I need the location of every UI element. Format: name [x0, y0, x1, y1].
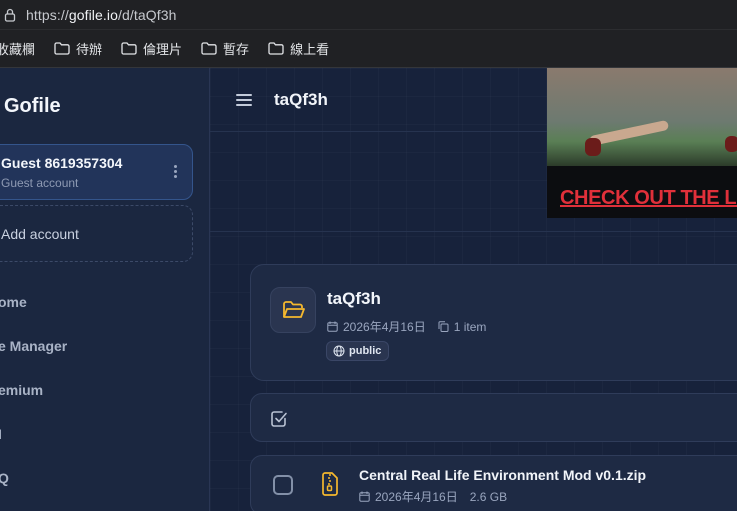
page-title: taQf3h — [274, 90, 328, 109]
url-host: gofile.io — [68, 6, 118, 23]
account-card[interactable]: Guest 8619357304 Guest account — [0, 144, 193, 200]
file-checkbox[interactable] — [273, 475, 293, 495]
select-all-bar — [250, 393, 737, 442]
bookmarks-bar: 收藏欄 待辦 倫理片 暫存 線上看 — [0, 30, 737, 68]
ad-banner[interactable]: CHECK OUT THE LAT — [547, 68, 737, 218]
divider — [210, 231, 737, 232]
lock-icon[interactable] — [4, 8, 16, 22]
add-account-button[interactable]: Add account — [0, 205, 193, 262]
nav-item-file-manager[interactable]: e Manager — [0, 338, 67, 354]
bookmark-label: 收藏欄 — [0, 42, 36, 57]
add-account-label: Add account — [1, 226, 79, 242]
folder-info-card: taQf3h 2026年4月16日 1 item public — [250, 264, 737, 381]
calendar-icon — [359, 491, 370, 502]
gofile-app: Gofile Guest 8619357304 Guest account Ad… — [0, 68, 737, 511]
file-archive-icon — [322, 472, 338, 496]
url-text[interactable]: https://gofile.io/d/taQf3h — [26, 7, 176, 23]
nav-item-faq[interactable]: Q — [0, 470, 9, 486]
brand-logo-text[interactable]: Gofile — [4, 95, 61, 118]
file-date: 2026年4月16日 — [375, 490, 458, 504]
visibility-label: public — [349, 345, 382, 357]
calendar-icon — [327, 321, 338, 332]
account-type: Guest account — [1, 176, 79, 190]
bookmark-folder-ethics[interactable]: 倫理片 — [121, 39, 182, 58]
select-all-icon[interactable] — [270, 410, 288, 428]
bookmark-folder-todo[interactable]: 待辦 — [54, 39, 102, 58]
folder-open-icon — [270, 287, 316, 333]
folder-icon — [268, 42, 284, 55]
bookmark-label: 待辦 — [76, 42, 103, 57]
folder-date: 2026年4月16日 — [343, 320, 426, 334]
file-name[interactable]: Central Real Life Environment Mod v0.1.z… — [359, 467, 646, 483]
nav-item-premium[interactable]: emium — [0, 382, 43, 398]
copy-icon — [438, 321, 449, 332]
file-row[interactable]: Central Real Life Environment Mod v0.1.z… — [250, 455, 737, 511]
bookmark-label: 倫理片 — [143, 42, 183, 57]
globe-icon — [333, 345, 345, 357]
visibility-badge: public — [326, 341, 390, 361]
bookmark-label: 線上看 — [290, 42, 330, 57]
folder-meta: 2026年4月16日 1 item — [327, 318, 486, 335]
ad-text[interactable]: CHECK OUT THE LAT — [560, 187, 737, 210]
folder-name: taQf3h — [327, 289, 381, 308]
bookmark-favorites[interactable]: 收藏欄 — [0, 39, 35, 58]
menu-icon[interactable] — [236, 94, 252, 106]
nav-item-api[interactable]: I — [0, 426, 2, 442]
bookmark-folder-online[interactable]: 線上看 — [268, 39, 329, 58]
url-prefix: https:// — [26, 6, 69, 23]
account-name: Guest 8619357304 — [1, 155, 123, 171]
ad-image — [547, 68, 737, 166]
main-content: taQf3h CHECK OUT THE LAT taQf3h 2026年4月1… — [210, 68, 737, 511]
file-size: 2.6 GB — [469, 489, 508, 504]
folder-icon — [54, 42, 70, 55]
bookmark-folder-temp[interactable]: 暫存 — [201, 39, 249, 58]
bookmark-label: 暫存 — [223, 42, 250, 57]
file-meta: 2026年4月16日 2.6 GB — [359, 488, 507, 505]
browser-address-bar[interactable]: https://gofile.io/d/taQf3h — [0, 0, 737, 30]
more-vertical-icon[interactable] — [174, 165, 178, 179]
sidebar: Gofile Guest 8619357304 Guest account Ad… — [0, 68, 210, 511]
folder-item-count: 1 item — [453, 319, 487, 334]
url-path: /d/taQf3h — [117, 6, 177, 23]
nav-item-home[interactable]: ome — [0, 294, 27, 310]
folder-icon — [201, 42, 217, 55]
folder-icon — [121, 42, 137, 55]
